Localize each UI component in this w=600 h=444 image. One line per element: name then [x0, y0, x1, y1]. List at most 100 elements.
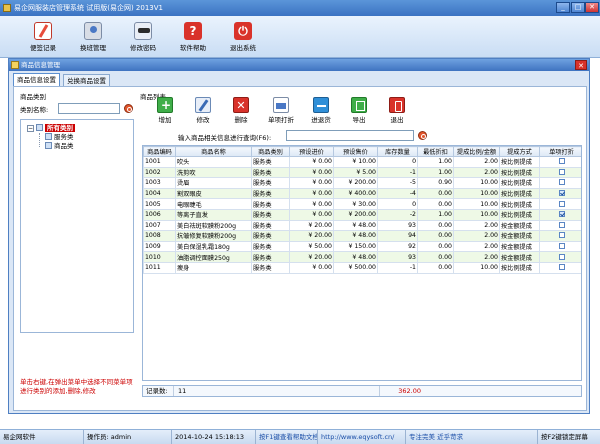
table-cell: 0.00	[417, 219, 454, 232]
table-row[interactable]: 1002 洗剪吹 服务类 ¥ 0.00 ¥ 5.00 -1 1.00 2.00 按比例提成	[143, 166, 581, 179]
tab-product-info[interactable]: 商品信息设置	[13, 73, 60, 86]
category-hint: 单击右键,在弹出菜单中选择不同菜单项进行类别的添加,删除,修改	[20, 378, 133, 395]
tree-root-node[interactable]: 所有类别	[36, 124, 75, 133]
product-grid[interactable]: 商品编码 商品名称 商品类别 预设进价 预设售价 库存数量 最低折扣 提成比例/…	[142, 145, 582, 381]
help-label: 软件帮助	[180, 44, 206, 52]
discount-checkbox[interactable]	[558, 243, 565, 250]
stock-in-out-button[interactable]: 进退货	[304, 96, 338, 126]
tab-exchange-product[interactable]: 兑换商品设置	[63, 74, 110, 86]
change-password-button[interactable]: 修改密码	[118, 20, 168, 56]
table-row[interactable]: 1006 等离子直发 服务类 ¥ 0.00 ¥ 200.00 -2 1.00 10.00 按比例…	[143, 208, 581, 221]
discount-checkbox[interactable]	[558, 200, 565, 207]
table-row[interactable]: 1005 电眼睫毛 服务类 ¥ 0.00 ¥ 30.00 0 0.00 10.00 按比例提成	[143, 198, 581, 210]
column-header[interactable]: 提成方式	[499, 146, 540, 157]
product-search-input[interactable]	[286, 130, 414, 141]
table-row[interactable]: 1008 抗皱修复软膜粉200g 服务类 ¥ 20.00 ¥ 48.00 94 0.00 2.…	[143, 230, 581, 242]
add-icon	[157, 97, 174, 113]
table-cell: 2.00	[453, 166, 500, 179]
status-f1-help[interactable]: 按F1键查看帮助文档	[256, 430, 318, 444]
tree-node-goods[interactable]: 商品类	[45, 142, 74, 151]
discount-checkbox-cell[interactable]	[539, 251, 581, 263]
edit-button[interactable]: 修改	[186, 96, 220, 126]
table-row[interactable]: 1001 吹头 服务类 ¥ 0.00 ¥ 10.00 0 1.00 2.00 按比例提成	[143, 156, 581, 168]
discount-checkbox-cell[interactable]	[539, 177, 581, 189]
discount-checkbox-cell[interactable]	[539, 208, 581, 221]
category-search-icon[interactable]	[124, 104, 133, 113]
exit-button[interactable]: 退出	[380, 96, 414, 126]
tab-panel: 商品类别 类别名称: − 所有类别 服务类 商品类 单击右键,在弹出菜单中选择不…	[13, 86, 587, 411]
column-header[interactable]: 商品名称	[175, 146, 252, 157]
category-name-input[interactable]	[58, 103, 120, 114]
discount-checkbox[interactable]	[558, 232, 565, 239]
discount-checkbox[interactable]	[558, 179, 565, 186]
delete-button[interactable]: ✕ 删除	[224, 96, 258, 126]
discount-checkbox[interactable]	[558, 264, 565, 271]
table-cell: ¥ 5.00	[333, 166, 378, 179]
maximize-button[interactable]: □	[571, 2, 585, 13]
discount-checkbox[interactable]	[558, 168, 565, 175]
table-cell: -1	[377, 166, 418, 179]
table-row[interactable]: 1009 美白保湿乳霜180g 服务类 ¥ 50.00 ¥ 150.00 92 0.00 2.…	[143, 240, 581, 253]
discount-checkbox[interactable]	[558, 211, 565, 218]
help-button[interactable]: ? 软件帮助	[168, 20, 218, 56]
product-toolbar: 增加 修改 ✕ 删除 单项打折	[148, 96, 568, 126]
column-header[interactable]: 最低折扣	[417, 146, 454, 157]
add-button[interactable]: 增加	[148, 96, 182, 126]
discount-checkbox-cell[interactable]	[539, 156, 581, 168]
table-cell: ¥ 400.00	[333, 187, 378, 200]
grid-footer: 记录数: 11 362.00	[142, 385, 582, 397]
discount-checkbox[interactable]	[558, 253, 565, 260]
discount-checkbox[interactable]	[558, 158, 565, 165]
discount-checkbox[interactable]	[558, 190, 565, 197]
table-cell: 服务类	[251, 251, 290, 263]
minimize-button[interactable]: _	[556, 2, 570, 13]
discount-checkbox-cell[interactable]	[539, 219, 581, 232]
close-window-button[interactable]: ✕	[585, 2, 599, 13]
table-cell: 1006	[143, 208, 176, 221]
column-header[interactable]: 商品类别	[251, 146, 290, 157]
notes-button[interactable]: 便签记录	[18, 20, 68, 56]
table-row[interactable]: 1007 美白祛斑软膜粉200g 服务类 ¥ 20.00 ¥ 48.00 93 0.00 2.…	[143, 219, 581, 232]
table-row[interactable]: 1003 烫眉 服务类 ¥ 0.00 ¥ 200.00 -5 0.90 10.00 按比例提成	[143, 177, 581, 189]
discount-checkbox-cell[interactable]	[539, 166, 581, 179]
table-cell: ¥ 0.00	[289, 177, 334, 189]
table-row[interactable]: 1011 瘦身 服务类 ¥ 0.00 ¥ 500.00 -1 0.00 10.00 按比例提成	[143, 261, 581, 274]
product-search-icon[interactable]	[418, 131, 427, 140]
dialog-close-button[interactable]: ✕	[575, 60, 587, 70]
table-cell: 吹头	[175, 156, 252, 168]
discount-checkbox-cell[interactable]	[539, 261, 581, 274]
table-row[interactable]: 1010 油脂调控面膜250g 服务类 ¥ 20.00 ¥ 48.00 93 0.00 2.0…	[143, 251, 581, 263]
exit-system-button[interactable]: ⏻ 退出系统	[218, 20, 268, 56]
note-icon	[34, 22, 52, 40]
discount-checkbox[interactable]	[558, 221, 565, 228]
column-header[interactable]: 库存数量	[377, 146, 418, 157]
tree-connector	[39, 133, 40, 147]
table-cell: 1001	[143, 156, 176, 168]
table-cell: 按金额提成	[499, 219, 540, 232]
column-header[interactable]: 单项打折	[539, 146, 581, 157]
table-cell: 服务类	[251, 261, 290, 274]
discount-checkbox-cell[interactable]	[539, 187, 581, 200]
column-header[interactable]: 预设售价	[333, 146, 378, 157]
export-button[interactable]: 导出	[342, 96, 376, 126]
tree-node-service[interactable]: 服务类	[45, 133, 74, 142]
column-header[interactable]: 商品编码	[143, 146, 176, 157]
table-cell: 美白祛斑软膜粉200g	[175, 219, 252, 232]
column-header[interactable]: 提成比例/金额	[453, 146, 500, 157]
discount-checkbox-cell[interactable]	[539, 240, 581, 253]
export-label: 导出	[352, 116, 366, 124]
category-tree[interactable]: − 所有类别 服务类 商品类	[20, 119, 134, 333]
discount-checkbox-cell[interactable]	[539, 198, 581, 210]
status-website-link[interactable]: http://www.eqysoft.cn/	[318, 430, 406, 444]
item-discount-button[interactable]: 单项打折	[262, 96, 300, 126]
column-header[interactable]: 预设进价	[289, 146, 334, 157]
window-titlebar: 易企网服装店管理系统 试用版(易企网) 2013V1 _ □ ✕	[0, 0, 600, 16]
table-cell: ¥ 48.00	[333, 251, 378, 263]
discount-checkbox-cell[interactable]	[539, 230, 581, 242]
table-row[interactable]: 1004 割双眼皮 服务类 ¥ 0.00 ¥ 400.00 -4 0.00 10.00 按比例提…	[143, 187, 581, 200]
table-cell: 按比例提成	[499, 261, 540, 274]
tree-collapse-icon[interactable]: −	[27, 125, 34, 132]
shift-management-button[interactable]: 换班管理	[68, 20, 118, 56]
status-f2-lock: 按F2键锁定屏幕	[541, 433, 588, 441]
table-cell: 10.00	[453, 261, 500, 274]
